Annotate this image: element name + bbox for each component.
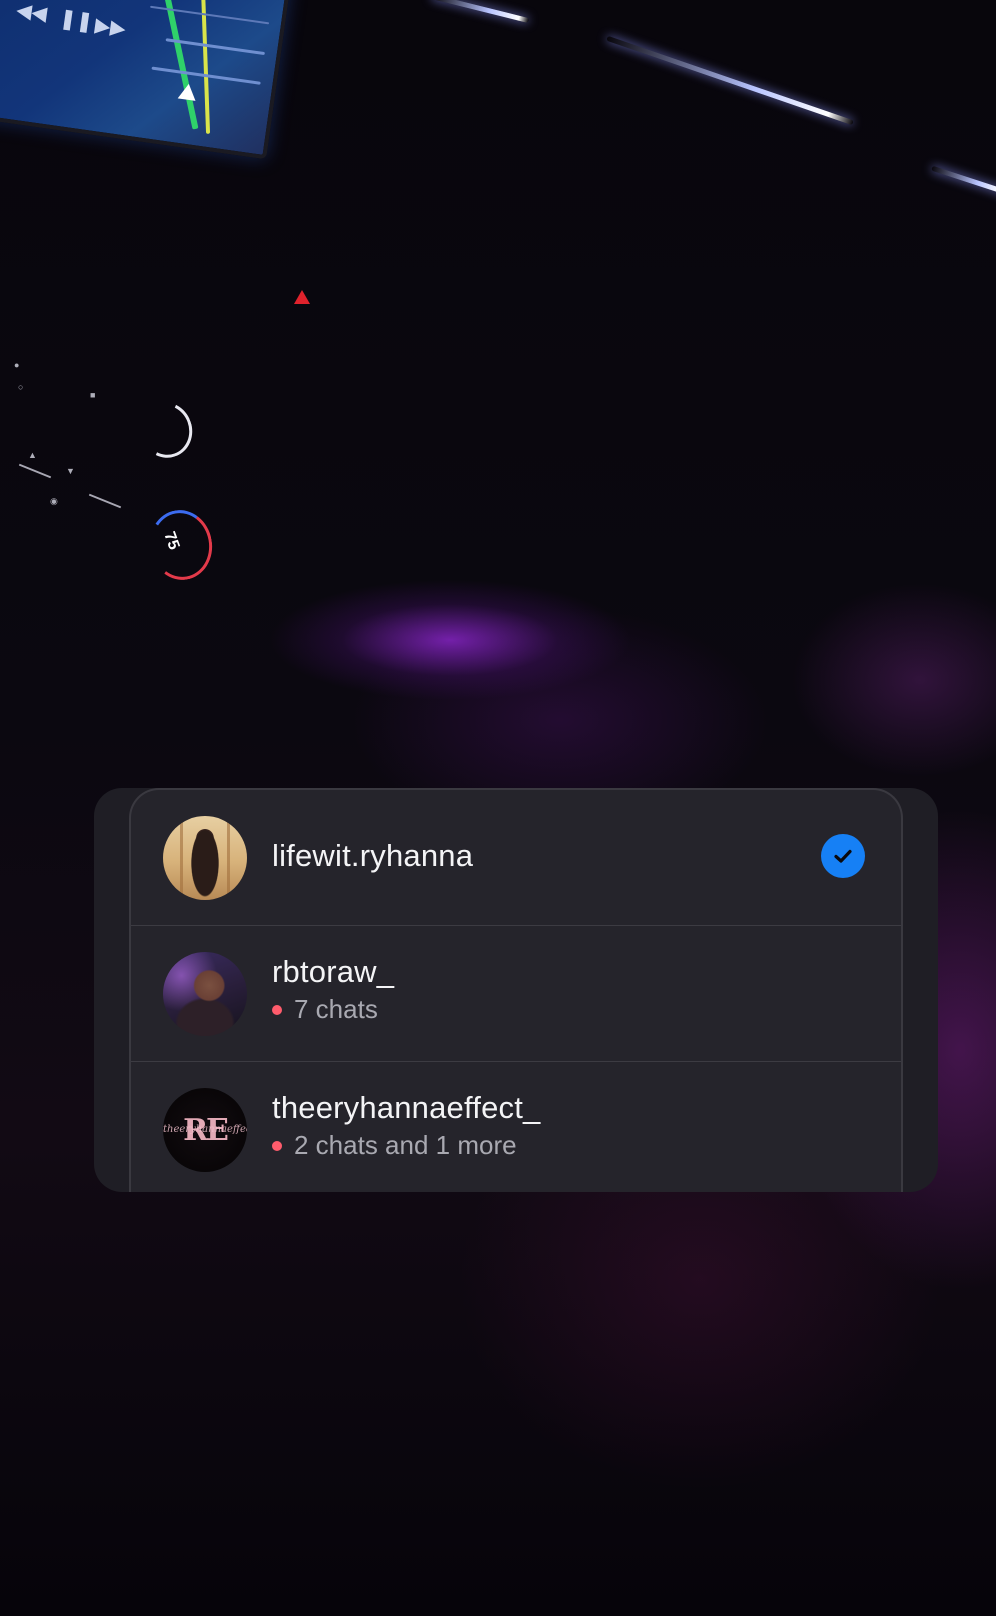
dash-label: ■ bbox=[90, 390, 96, 400]
avatar bbox=[163, 952, 247, 1036]
account-username: theeryhannaeffect_ bbox=[272, 1090, 541, 1125]
ambient-light-strip bbox=[430, 0, 530, 24]
account-username: lifewit.ryhanna bbox=[272, 838, 474, 873]
dash-label: ▼ bbox=[66, 466, 75, 476]
dash-label: ○ bbox=[18, 382, 24, 392]
dash-slider-line bbox=[88, 493, 122, 509]
ambient-light-strip bbox=[606, 35, 854, 126]
account-status: 7 chats bbox=[272, 994, 378, 1025]
dash-slider-line bbox=[18, 463, 52, 479]
dash-label: ◉ bbox=[50, 496, 58, 506]
dash-label: ● bbox=[14, 360, 20, 370]
dash-label: ▲ bbox=[28, 450, 37, 460]
account-switcher: lifewit.ryhanna rbtoraw_ 7 chats RE thee… bbox=[129, 788, 903, 1192]
background-photo: ◀◀ ❚❚ ▶▶ 75 ● ○ ■ ▲ ▼ ◉ lifewit.ryhanna … bbox=[0, 0, 996, 1616]
unread-chats-count: 7 chats bbox=[294, 994, 378, 1024]
unread-chats-count: 2 chats and 1 more bbox=[294, 1130, 517, 1160]
navigation-arrow-icon bbox=[177, 82, 198, 101]
unread-dot-icon bbox=[272, 1004, 282, 1015]
selected-check-icon bbox=[821, 834, 865, 878]
account-row-lifewit-ryhanna[interactable]: lifewit.ryhanna bbox=[131, 790, 901, 926]
pause-icon: ❚❚ bbox=[58, 7, 95, 34]
car-display: ◀◀ ❚❚ ▶▶ bbox=[0, 0, 292, 160]
account-row-rbtoraw[interactable]: rbtoraw_ 7 chats bbox=[131, 926, 901, 1062]
hazard-button-icon bbox=[294, 290, 310, 304]
rewind-icon: ◀◀ bbox=[14, 0, 49, 26]
account-status: 2 chats and 1 more bbox=[272, 1130, 517, 1161]
avatar bbox=[163, 816, 247, 900]
avatar: RE theeryhannaeffect bbox=[163, 1088, 247, 1172]
climate-dial bbox=[131, 394, 201, 466]
unread-dot-icon bbox=[272, 1140, 282, 1151]
fast-forward-icon: ▶▶ bbox=[93, 14, 128, 41]
avatar-script: theeryhannaeffect bbox=[163, 1124, 247, 1135]
account-row-theeryhannaeffect[interactable]: RE theeryhannaeffect theeryhannaeffect_ … bbox=[131, 1062, 901, 1192]
account-username: rbtoraw_ bbox=[272, 954, 395, 989]
ambient-light-strip bbox=[931, 165, 996, 196]
